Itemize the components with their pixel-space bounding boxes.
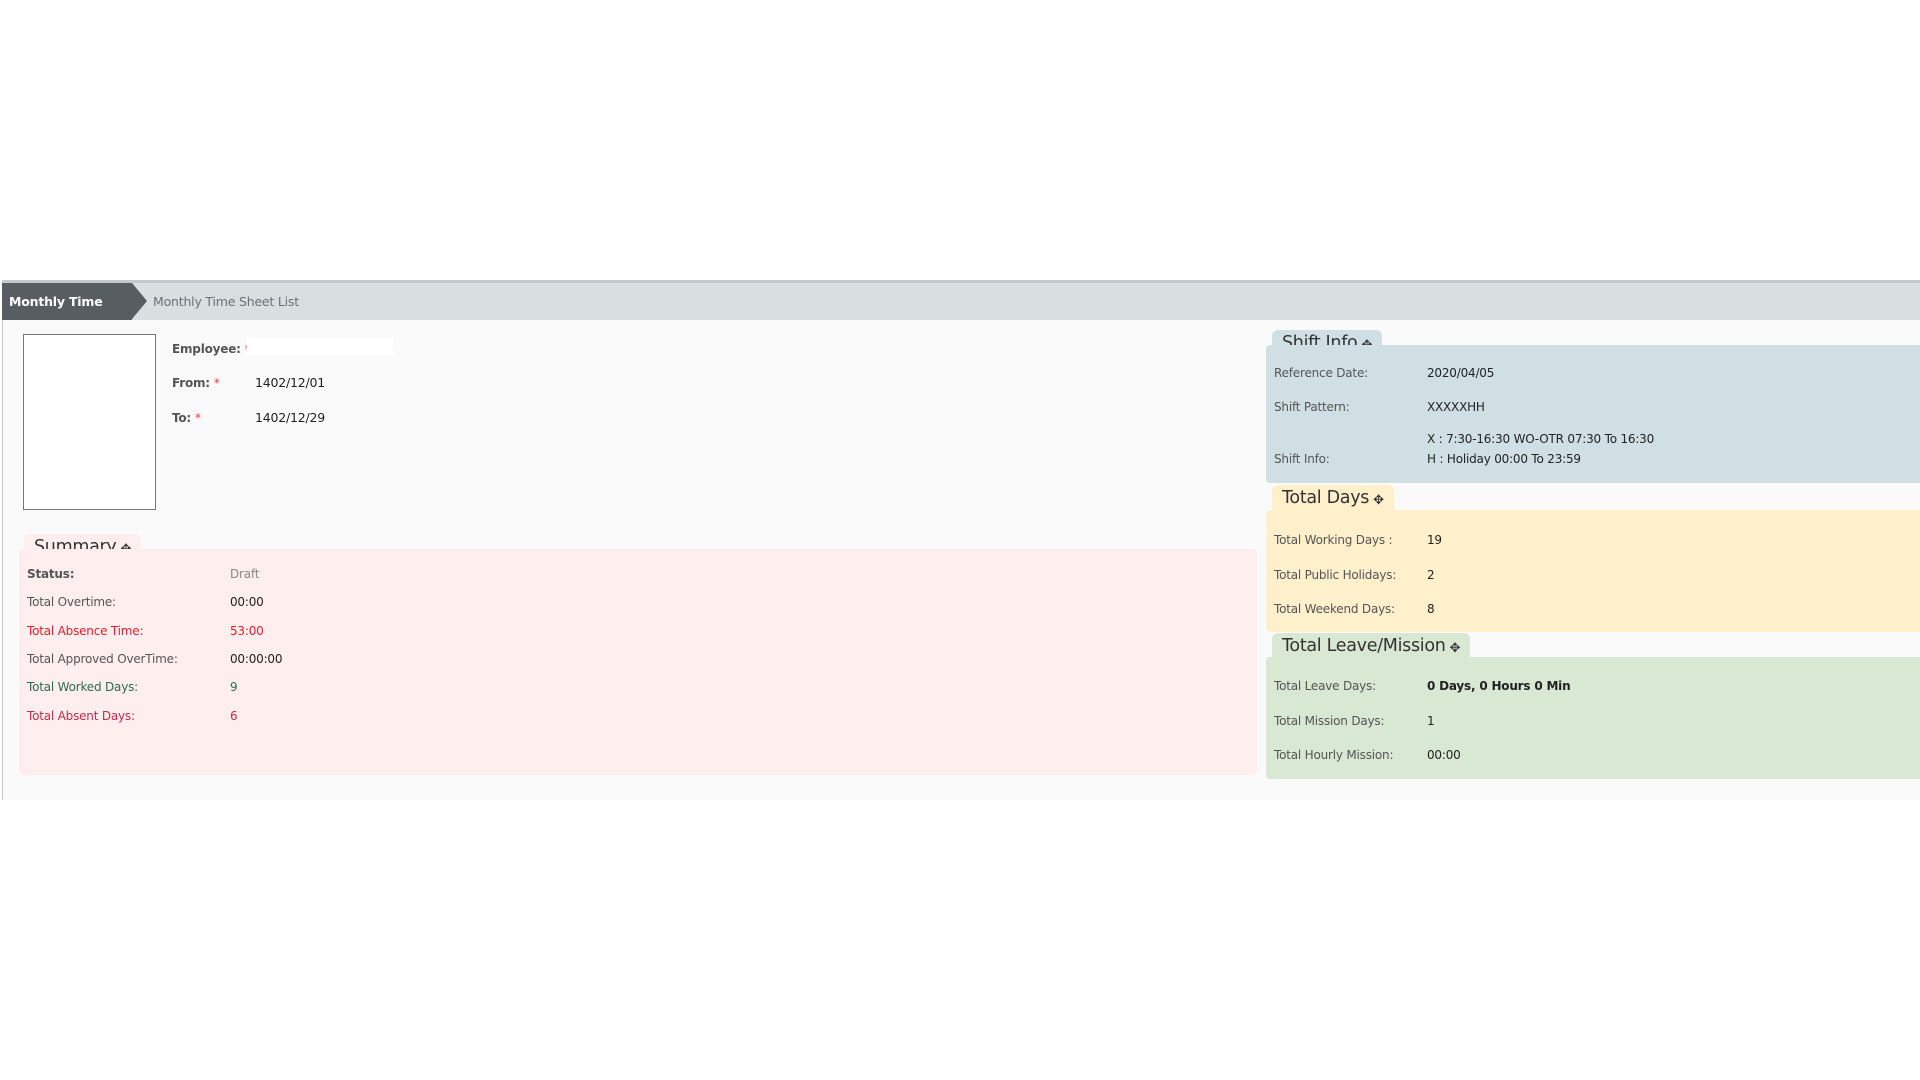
total-mission-days-value: 1 [1427,713,1435,728]
from-field-label: From: * [172,376,220,390]
total-weekend-days-label: Total Weekend Days: [1274,602,1395,616]
time-sheet-content: Employee:* From:* 1402/12/01 To:* 1402/1… [2,320,1920,800]
reference-date-value: 2020/04/05 [1427,366,1495,380]
from-date-value[interactable]: 1402/12/01 [255,375,325,390]
total-absence-time-label: Total Absence Time: [27,623,144,638]
total-overtime-value: 00:00 [230,595,264,610]
shift-info-panel: Reference Date: 2020/04/05 Shift Pattern… [1266,345,1920,483]
breadcrumb-current-monthly-time-sheet: Monthly Time Sheet [2,283,147,346]
total-worked-days-value: 9 [230,680,238,695]
summary-panel: Status: Draft Total Overtime: 00:00 Total Ab… [19,549,1257,775]
reference-date-label: Reference Date: [1274,366,1368,380]
total-approved-overtime-label: Total Approved OverTime: [27,651,178,666]
total-overtime-label: Total Overtime: [27,595,116,610]
total-hourly-mission-value: 00:00 [1427,748,1461,762]
total-absent-days-label: Total Absent Days: [27,708,135,723]
total-days-title: Total Days [1282,488,1370,508]
total-working-days-value: 19 [1427,533,1442,547]
total-weekend-days-value: 8 [1427,602,1435,616]
breadcrumb: Monthly Time Sheet Monthly Time Sheet Li… [2,283,1920,346]
shift-info-label: Shift Info: [1274,452,1330,466]
total-leave-mission-panel-header: Total Leave/Mission ✥ [1272,633,1471,659]
total-public-holidays-value: 2 [1427,567,1435,582]
total-leave-mission-panel: Total Leave Days: 0 Days, 0 Hours 0 Min To… [1266,657,1920,779]
total-public-holidays-label: Total Public Holidays: [1274,567,1397,582]
status-label: Status: [27,567,75,581]
status-value: Draft [230,567,260,581]
total-hourly-mission-label: Total Hourly Mission: [1274,748,1394,762]
total-worked-days-label: Total Worked Days: [27,680,139,695]
total-leave-days-label: Total Leave Days: [1274,679,1376,693]
total-days-panel-header: Total Days ✥ [1272,485,1394,511]
to-label-text: To: [172,411,192,425]
total-leave-mission-title: Total Leave/Mission [1282,636,1446,656]
total-approved-overtime-value: 00:00:00 [230,651,283,666]
total-days-panel: Total Working Days : 19 Total Public Holid… [1266,510,1920,632]
required-marker: * [213,376,220,390]
shift-info-line-x: X : 7:30-16:30 WO-OTR 07:30 To 16:30 [1427,432,1655,446]
employee-label-text: Employee: [172,342,241,356]
employee-photo [23,334,156,510]
shift-pattern-label: Shift Pattern: [1274,400,1350,414]
to-date-value[interactable]: 1402/12/29 [255,410,325,425]
employee-field-label: Employee:* [172,342,251,356]
breadcrumb-link-monthly-time-sheet-list[interactable]: Monthly Time Sheet List [153,283,299,320]
total-leave-days-value: 0 Days, 0 Hours 0 Min [1427,679,1571,693]
shift-info-line-h: H : Holiday 00:00 To 23:59 [1427,452,1581,466]
total-working-days-label: Total Working Days : [1274,533,1393,547]
total-absent-days-value: 6 [230,708,238,723]
from-label-text: From: [172,376,210,390]
shift-pattern-value: XXXXXHH [1427,400,1485,414]
employee-input[interactable] [247,338,393,355]
to-field-label: To: * [172,411,201,425]
total-mission-days-label: Total Mission Days: [1274,713,1385,728]
required-marker: * [195,411,201,425]
right-column: Shift Info✥ Reference Date: 2020/04/05 S… [1266,320,1920,800]
total-absence-time-value: 53:00 [230,623,264,638]
